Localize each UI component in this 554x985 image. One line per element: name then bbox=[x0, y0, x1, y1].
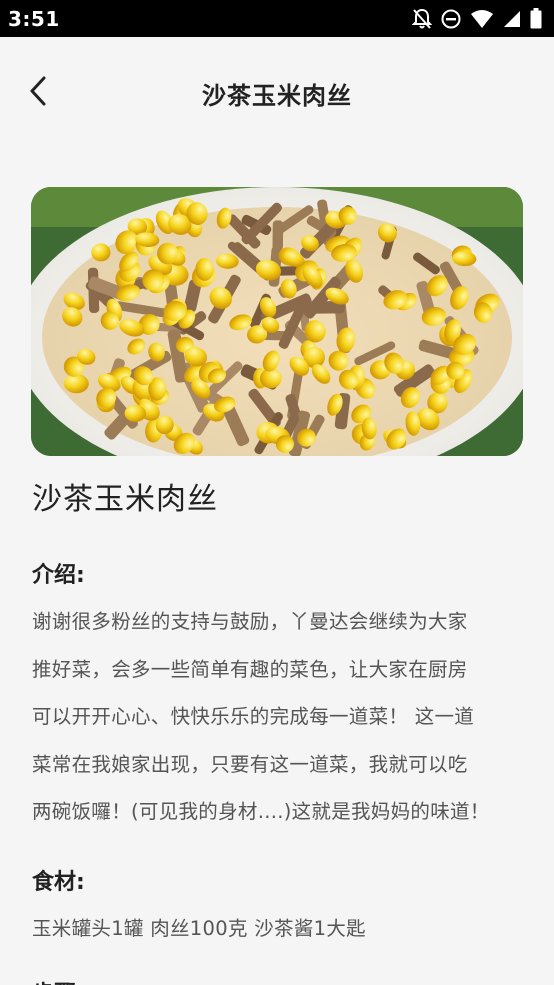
intro-line: 菜常在我娘家出现，只要有这一道菜，我就可以吃 bbox=[32, 752, 468, 776]
notifications-off-icon bbox=[412, 8, 432, 30]
status-bar: 3:51 bbox=[0, 0, 554, 37]
intro-text: 谢谢很多粉丝的支持与鼓励，丫曼达会继续为大家 推好菜，会多一些简单有趣的菜色，让… bbox=[32, 598, 522, 836]
intro-line: 推好菜，会多一些简单有趣的菜色，让大家在厨房 bbox=[32, 657, 468, 681]
ingredients-text: 玉米罐头1罐 肉丝100克 沙茶酱1大匙 bbox=[32, 917, 366, 940]
intro-line: 谢谢很多粉丝的支持与鼓励，丫曼达会继续为大家 bbox=[32, 610, 468, 633]
recipe-image bbox=[31, 187, 523, 456]
cell-signal-icon bbox=[503, 10, 521, 28]
battery-icon bbox=[530, 8, 542, 29]
intro-heading: 介绍: bbox=[32, 563, 85, 588]
page-title: 沙茶玉米肉丝 bbox=[202, 82, 352, 110]
ingredients-heading: 食材: bbox=[32, 870, 85, 895]
intro-line: 两碗饭囉！(可见我的身材....)这就是我妈妈的味道！ bbox=[32, 800, 490, 824]
status-time: 3:51 bbox=[8, 6, 60, 31]
status-icons bbox=[412, 8, 542, 30]
recipe-name: 沙茶玉米肉丝 bbox=[32, 482, 218, 517]
steps-heading: 步骤: bbox=[32, 976, 85, 985]
app-bar: 沙茶玉米肉丝 bbox=[0, 37, 554, 150]
intro-line: 可以开开心心、快快乐乐的完成每一道菜！ 这一道 bbox=[32, 705, 475, 729]
wifi-icon bbox=[470, 9, 494, 29]
do-not-disturb-icon bbox=[441, 9, 461, 29]
